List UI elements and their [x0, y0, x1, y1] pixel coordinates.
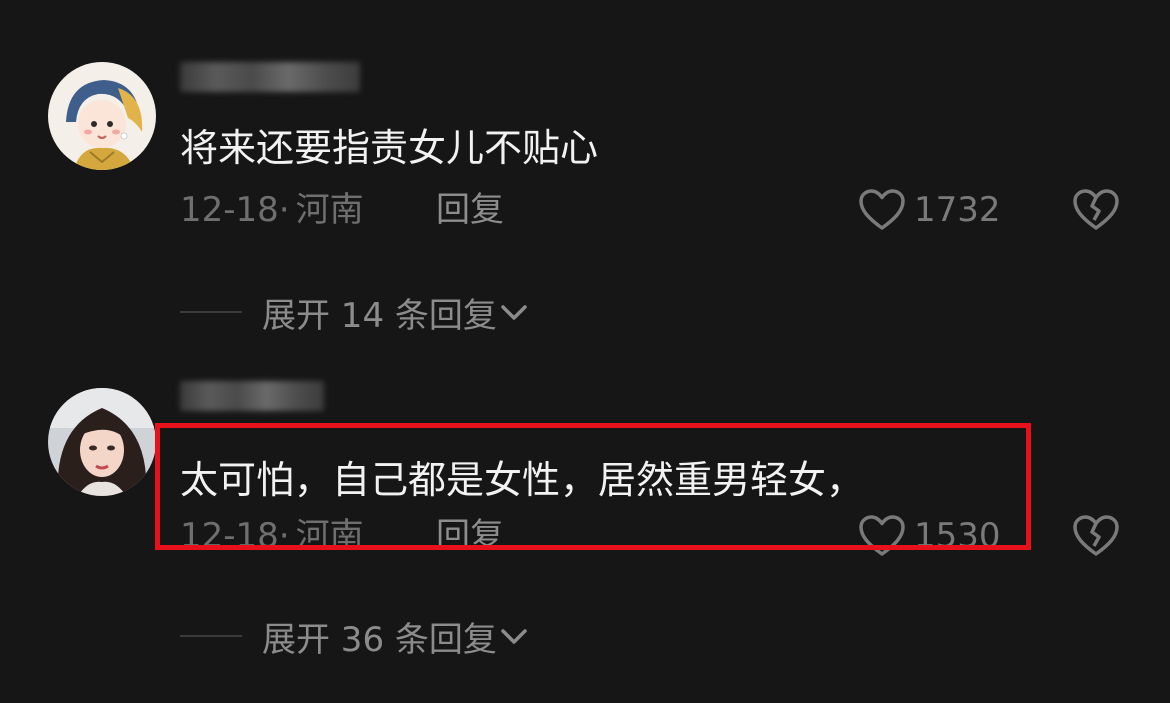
- heart-outline-icon: [858, 514, 906, 558]
- expand-replies-button[interactable]: 展开 36 条回复: [180, 614, 529, 660]
- like-count: 1732: [914, 190, 1001, 230]
- chevron-down-icon: [497, 300, 529, 324]
- chevron-down-icon: [497, 624, 529, 648]
- reply-button[interactable]: 回复: [436, 516, 504, 556]
- comment-location: 河南: [295, 190, 364, 230]
- comment-meta: 12-18· 河南: [180, 516, 364, 556]
- dislike-button[interactable]: [1072, 188, 1120, 232]
- comment-date: 12-18·: [180, 516, 290, 556]
- avatar[interactable]: [48, 62, 156, 170]
- like-count: 1530: [914, 516, 1001, 556]
- comment-text: 太可怕，自己都是女性，居然重男轻女，: [180, 458, 865, 502]
- comment-text: 将来还要指责女儿不贴心: [180, 126, 599, 170]
- username-blurred[interactable]: [180, 381, 324, 411]
- dislike-button[interactable]: [1072, 514, 1120, 558]
- comment-date: 12-18·: [180, 190, 290, 230]
- broken-heart-icon: [1072, 189, 1120, 236]
- heart-outline-icon: [858, 188, 906, 232]
- comment-meta: 12-18· 河南: [180, 190, 364, 230]
- comment-location: 河南: [295, 516, 364, 556]
- like-button[interactable]: 1732: [858, 188, 1001, 232]
- broken-heart-icon: [1072, 515, 1120, 562]
- avatar[interactable]: [48, 388, 156, 496]
- divider: [180, 635, 242, 637]
- divider: [180, 311, 242, 313]
- like-button[interactable]: 1530: [858, 514, 1001, 558]
- expand-replies-label: 展开 14 条回复: [262, 295, 497, 336]
- expand-replies-button[interactable]: 展开 14 条回复: [180, 290, 529, 336]
- expand-replies-label: 展开 36 条回复: [262, 619, 497, 660]
- username-blurred[interactable]: [180, 62, 360, 92]
- reply-button[interactable]: 回复: [436, 190, 504, 230]
